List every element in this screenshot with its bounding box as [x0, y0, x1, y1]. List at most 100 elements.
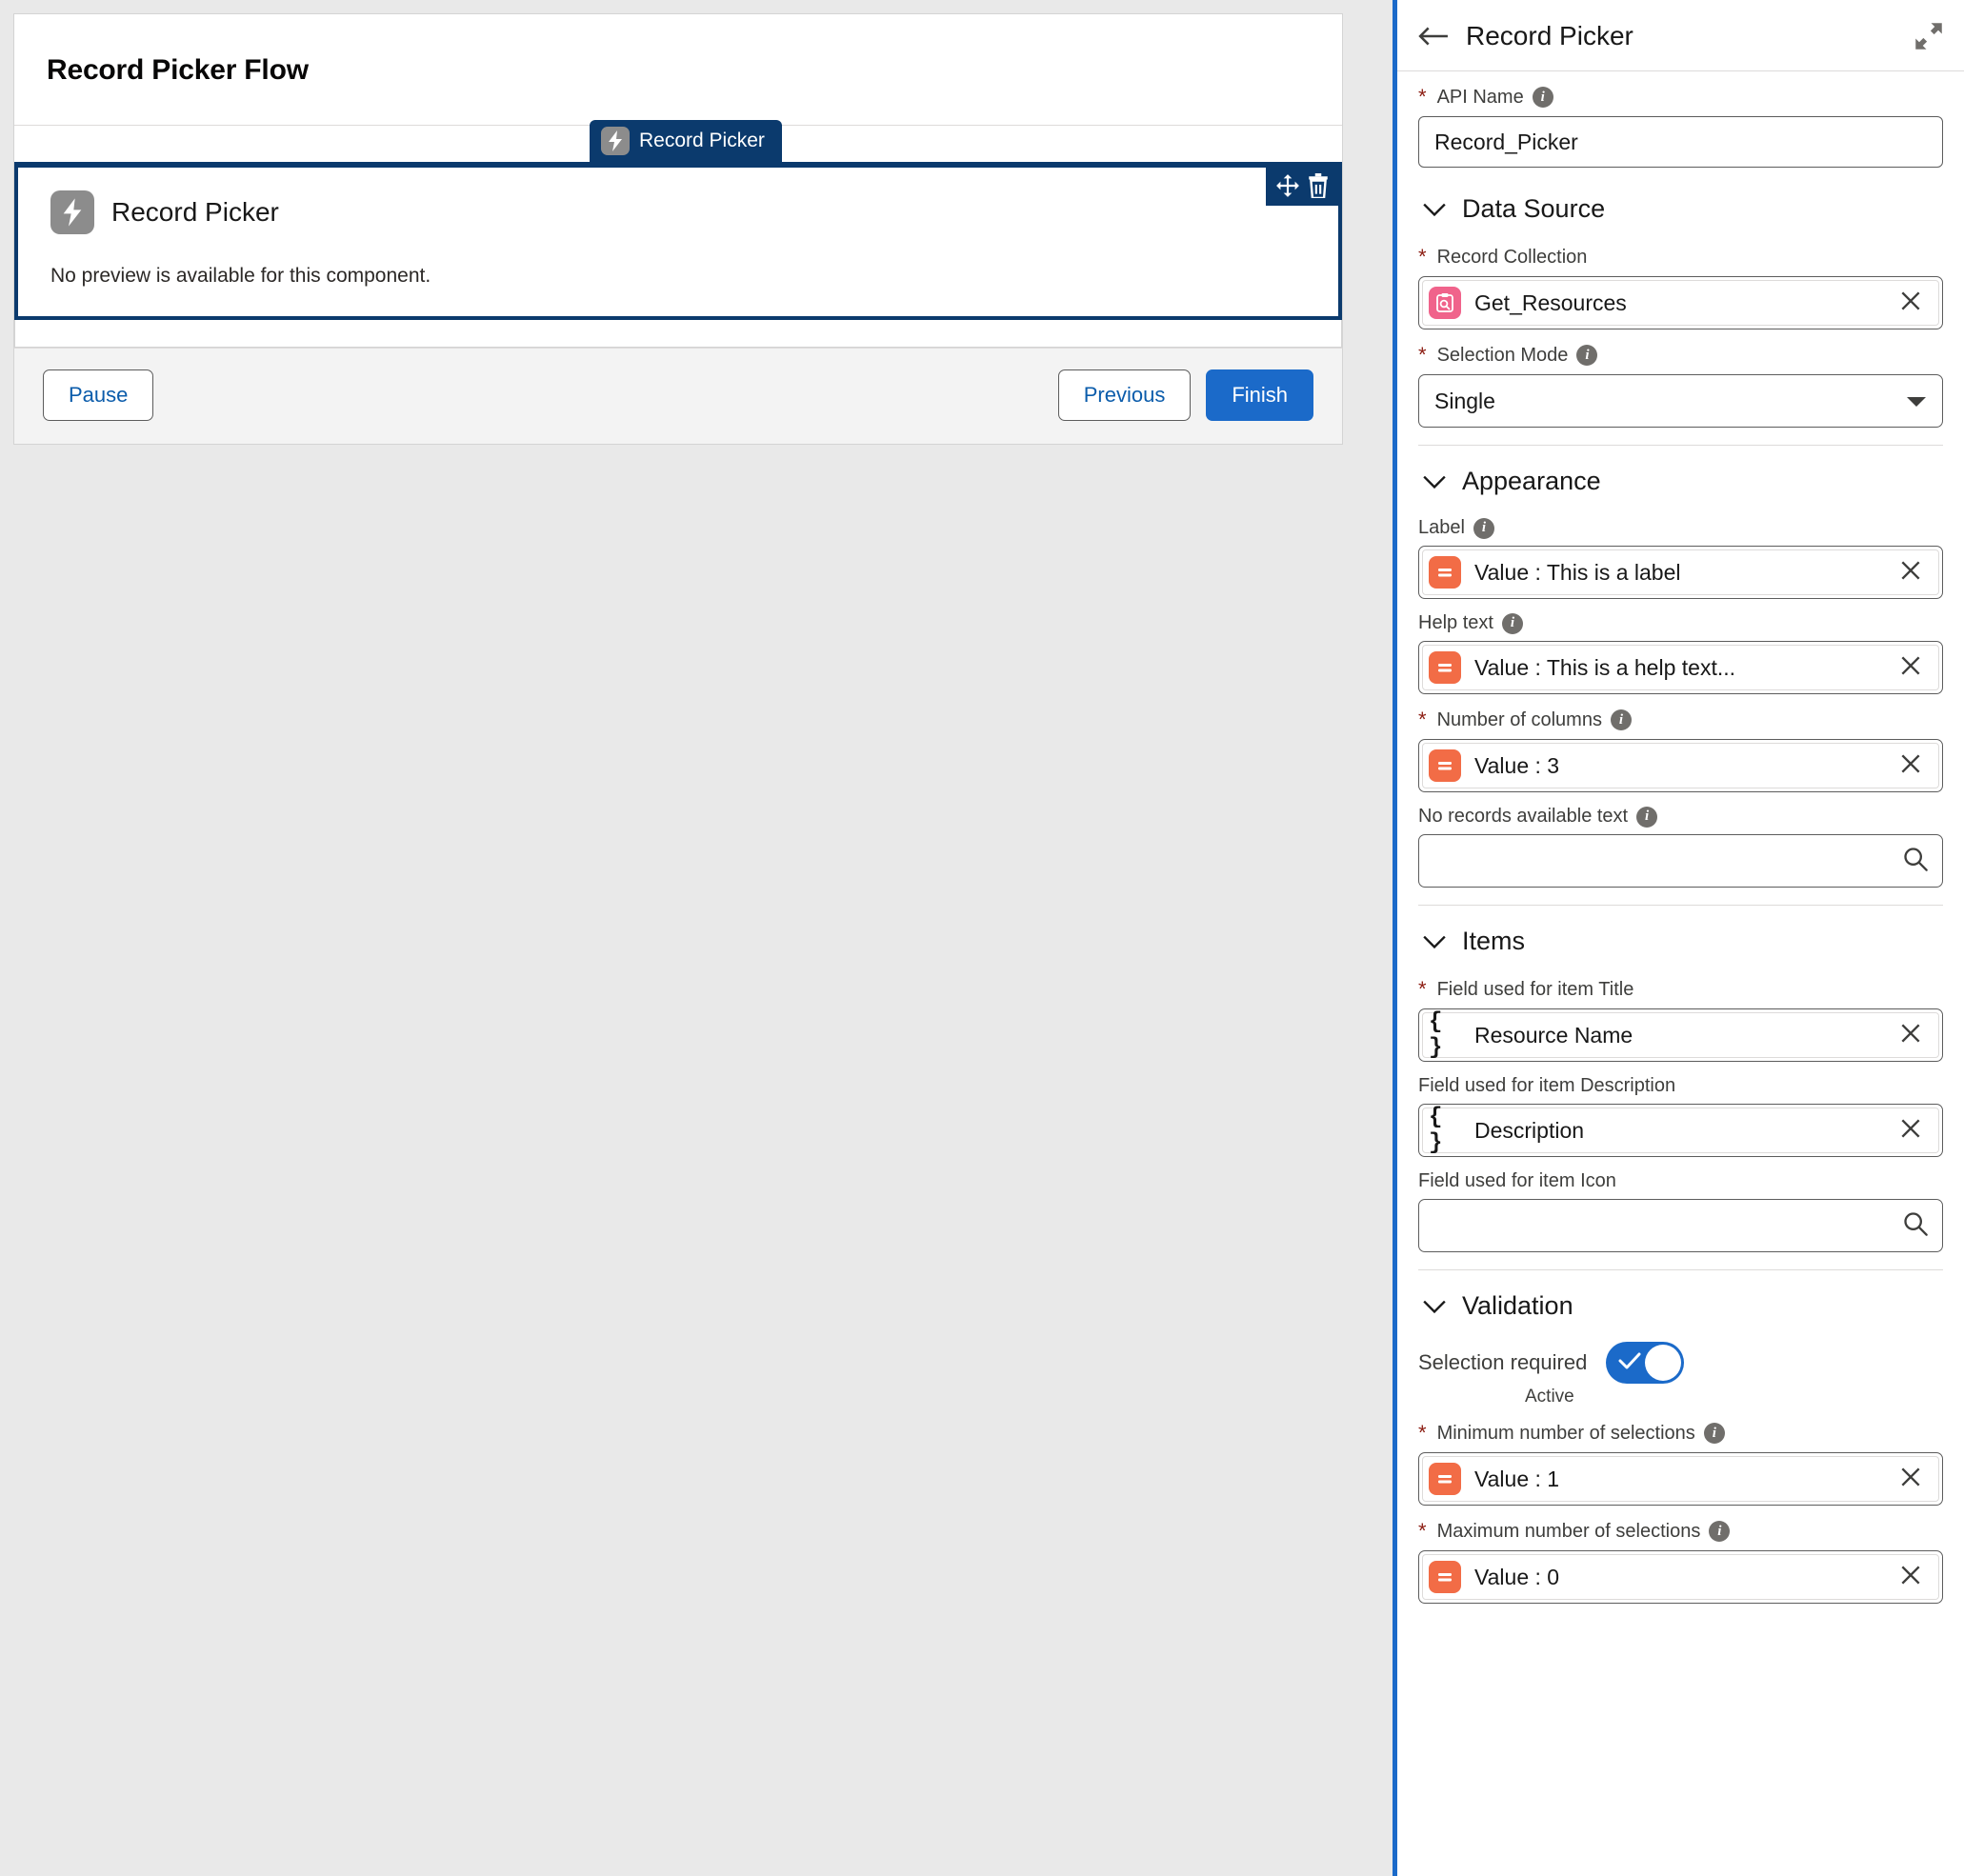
clear-icon[interactable] — [1898, 751, 1923, 781]
lightning-bolt-icon — [50, 190, 94, 234]
info-icon[interactable]: i — [1502, 613, 1523, 634]
checkmark-icon — [1618, 1352, 1641, 1374]
panel-header: Record Picker — [1397, 0, 1964, 71]
field-selection-mode: * Selection Mode i Single — [1418, 343, 1943, 428]
max-selections-label: * Maximum number of selections i — [1418, 1519, 1943, 1544]
section-header-data-source[interactable]: Data Source — [1418, 173, 1943, 231]
item-description-pill[interactable]: { } Description — [1418, 1104, 1943, 1157]
item-icon-input[interactable] — [1434, 1213, 1902, 1239]
section-header-appearance[interactable]: Appearance — [1418, 446, 1943, 504]
no-records-text-input[interactable] — [1434, 848, 1902, 874]
move-handle-icon[interactable] — [1275, 173, 1300, 198]
lightning-bolt-icon — [601, 127, 630, 155]
required-marker: * — [1418, 85, 1427, 110]
number-of-columns-value: Value : 3 — [1474, 753, 1885, 779]
chevron-down-icon — [1906, 389, 1927, 414]
field-label: Label i Value : This is a label — [1418, 517, 1943, 599]
previous-button[interactable]: Previous — [1058, 369, 1192, 421]
required-marker: * — [1418, 343, 1427, 368]
formula-icon — [1429, 556, 1461, 589]
api-name-label: * API Name i — [1418, 85, 1943, 110]
clear-icon[interactable] — [1898, 1465, 1923, 1494]
panel-title: Record Picker — [1466, 21, 1633, 51]
label-field-pill[interactable]: Value : This is a label — [1418, 546, 1943, 599]
app-root: Record Picker Flow Record Picker — [0, 0, 1964, 1876]
clear-icon[interactable] — [1898, 289, 1923, 318]
info-icon[interactable]: i — [1709, 1521, 1730, 1542]
label-field-label: Label i — [1418, 517, 1943, 539]
delete-icon[interactable] — [1308, 173, 1329, 198]
panel-body: * API Name i Data Source * Record Collec… — [1397, 71, 1964, 1609]
label-text: Field used for item Icon — [1418, 1170, 1616, 1192]
help-text-pill[interactable]: Value : This is a help text... — [1418, 641, 1943, 694]
clear-icon[interactable] — [1898, 653, 1923, 683]
component-preview-card[interactable]: Record Picker No preview is available fo… — [14, 168, 1342, 320]
section-header-items[interactable]: Items — [1418, 906, 1943, 964]
selection-required-toggle[interactable] — [1606, 1342, 1684, 1384]
record-collection-pill[interactable]: Get_Resources — [1418, 276, 1943, 329]
help-text-value: Value : This is a help text... — [1474, 655, 1885, 681]
field-min-selections: * Minimum number of selections i Value :… — [1418, 1421, 1943, 1506]
required-marker: * — [1418, 245, 1427, 269]
min-selections-pill[interactable]: Value : 1 — [1418, 1452, 1943, 1506]
label-text: Field used for item Title — [1437, 979, 1634, 1001]
flow-nav-buttons: Previous Finish — [1058, 369, 1313, 421]
formula-icon — [1429, 651, 1461, 684]
chevron-down-icon — [1422, 1299, 1447, 1314]
section-header-validation[interactable]: Validation — [1418, 1270, 1943, 1328]
info-icon[interactable]: i — [1704, 1423, 1725, 1444]
number-of-columns-pill[interactable]: Value : 3 — [1418, 739, 1943, 792]
label-text: Maximum number of selections — [1437, 1521, 1701, 1543]
item-description-label: Field used for item Description — [1418, 1075, 1943, 1097]
info-icon[interactable]: i — [1576, 345, 1597, 366]
info-icon[interactable]: i — [1473, 518, 1494, 539]
item-title-value: Resource Name — [1474, 1023, 1885, 1048]
page-title: Record Picker Flow — [47, 54, 1310, 87]
component-action-bar — [1266, 168, 1338, 206]
field-max-selections: * Maximum number of selections i Value :… — [1418, 1519, 1943, 1604]
clear-icon[interactable] — [1898, 1563, 1923, 1592]
item-title-label: * Field used for item Title — [1418, 977, 1943, 1002]
component-preview-message: No preview is available for this compone… — [50, 265, 1306, 288]
label-text: Help text — [1418, 612, 1493, 634]
finish-button[interactable]: Finish — [1206, 369, 1313, 421]
item-icon-searchbox[interactable] — [1418, 1199, 1943, 1252]
clear-icon[interactable] — [1898, 558, 1923, 588]
section-title: Appearance — [1462, 467, 1601, 496]
component-tab-label: Record Picker — [639, 130, 765, 152]
info-icon[interactable]: i — [1611, 709, 1632, 730]
selection-required-state: Active — [1525, 1387, 1943, 1407]
component-tab-record-picker[interactable]: Record Picker — [590, 120, 782, 162]
clear-icon[interactable] — [1898, 1116, 1923, 1146]
required-marker: * — [1418, 708, 1427, 732]
info-icon[interactable]: i — [1533, 87, 1553, 108]
properties-panel: Record Picker * API Name i — [1393, 0, 1964, 1876]
selection-mode-select[interactable]: Single — [1418, 374, 1943, 428]
api-name-input[interactable] — [1418, 116, 1943, 168]
expand-diagonal-icon[interactable] — [1914, 22, 1943, 50]
no-records-text-searchbox[interactable] — [1418, 834, 1943, 888]
field-api-name: * API Name i — [1418, 85, 1943, 168]
help-text-label: Help text i — [1418, 612, 1943, 634]
field-item-title: * Field used for item Title { } Resource… — [1418, 977, 1943, 1062]
pause-button[interactable]: Pause — [43, 369, 153, 421]
record-collection-label: * Record Collection — [1418, 245, 1943, 269]
clear-icon[interactable] — [1898, 1021, 1923, 1050]
search-icon[interactable] — [1902, 1210, 1929, 1242]
arrow-left-icon[interactable] — [1418, 24, 1449, 49]
label-text: Label — [1418, 517, 1465, 539]
selection-required-label: Selection required — [1418, 1350, 1587, 1375]
formula-icon — [1429, 749, 1461, 782]
max-selections-pill[interactable]: Value : 0 — [1418, 1550, 1943, 1604]
chevron-down-icon — [1422, 934, 1447, 949]
item-title-pill[interactable]: { } Resource Name — [1418, 1008, 1943, 1062]
chevron-down-icon — [1422, 474, 1447, 489]
search-icon[interactable] — [1902, 846, 1929, 877]
record-collection-icon — [1429, 287, 1461, 319]
label-text: No records available text — [1418, 806, 1628, 828]
min-selections-label: * Minimum number of selections i — [1418, 1421, 1943, 1446]
section-title: Items — [1462, 927, 1525, 956]
info-icon[interactable]: i — [1636, 807, 1657, 828]
flow-preview-canvas: Record Picker Flow Record Picker — [0, 0, 1393, 1876]
label-text: API Name — [1437, 87, 1524, 109]
